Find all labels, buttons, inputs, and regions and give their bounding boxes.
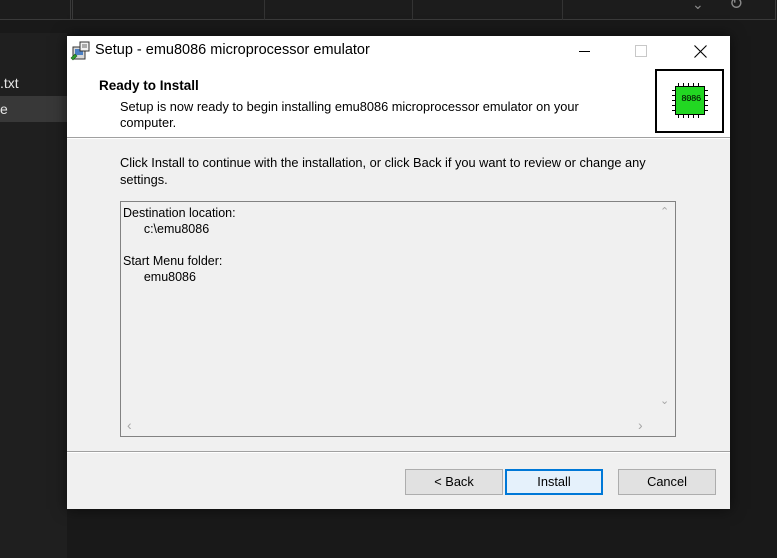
vertical-scrollbar[interactable]: ⌃ ⌄: [655, 202, 675, 414]
background-divider: [264, 0, 265, 20]
page-title: Ready to Install: [99, 78, 199, 93]
close-icon: [693, 44, 707, 58]
background-nav-field: [0, 0, 73, 20]
setup-dialog: Setup - emu8086 microprocessor emulator …: [67, 36, 730, 509]
background-file-item[interactable]: .txt: [0, 70, 67, 96]
maximize-icon: [635, 45, 647, 57]
horizontal-scrollbar[interactable]: ‹ ›: [121, 414, 655, 436]
scrollbar-corner: [655, 414, 675, 436]
footer-divider-highlight: [67, 452, 730, 453]
minimize-icon: [578, 50, 590, 52]
scroll-right-icon[interactable]: ›: [638, 417, 643, 433]
refresh-icon[interactable]: ↻: [729, 0, 743, 14]
background-divider: [412, 0, 413, 20]
scroll-up-icon[interactable]: ⌃: [660, 205, 669, 218]
page-description: Setup is now ready to begin installing e…: [120, 99, 579, 130]
scroll-down-icon[interactable]: ⌄: [660, 394, 669, 407]
background-divider: [562, 0, 563, 20]
ready-memo-text: Destination location: c:\emu8086 Start M…: [123, 206, 236, 284]
dialog-title: Setup - emu8086 microprocessor emulator: [95, 42, 370, 58]
background-search-field[interactable]: [70, 0, 776, 20]
setup-app-icon: [70, 41, 90, 61]
header-divider-highlight: [67, 138, 730, 139]
chip-icon: 8086: [675, 86, 705, 115]
wizard-header: Ready to Install Setup is now ready to b…: [67, 66, 730, 137]
background-file-item-selected[interactable]: e: [0, 96, 67, 122]
scroll-left-icon[interactable]: ‹: [127, 417, 132, 433]
instruction-text: Click Install to continue with the insta…: [120, 155, 646, 187]
back-button[interactable]: < Back: [405, 469, 503, 495]
wizard-small-image: 8086: [655, 69, 724, 133]
install-button[interactable]: Install: [505, 469, 603, 495]
title-bar[interactable]: Setup - emu8086 microprocessor emulator: [67, 36, 730, 66]
close-button[interactable]: [677, 36, 723, 66]
maximize-button: [618, 36, 664, 66]
chevron-down-icon[interactable]: ⌄: [692, 0, 704, 13]
chip-label: 8086: [681, 94, 701, 104]
minimize-button[interactable]: [561, 36, 607, 66]
ready-memo[interactable]: Destination location: c:\emu8086 Start M…: [120, 201, 676, 437]
background-file-list: .txt e: [0, 33, 67, 558]
cancel-button[interactable]: Cancel: [618, 469, 716, 495]
